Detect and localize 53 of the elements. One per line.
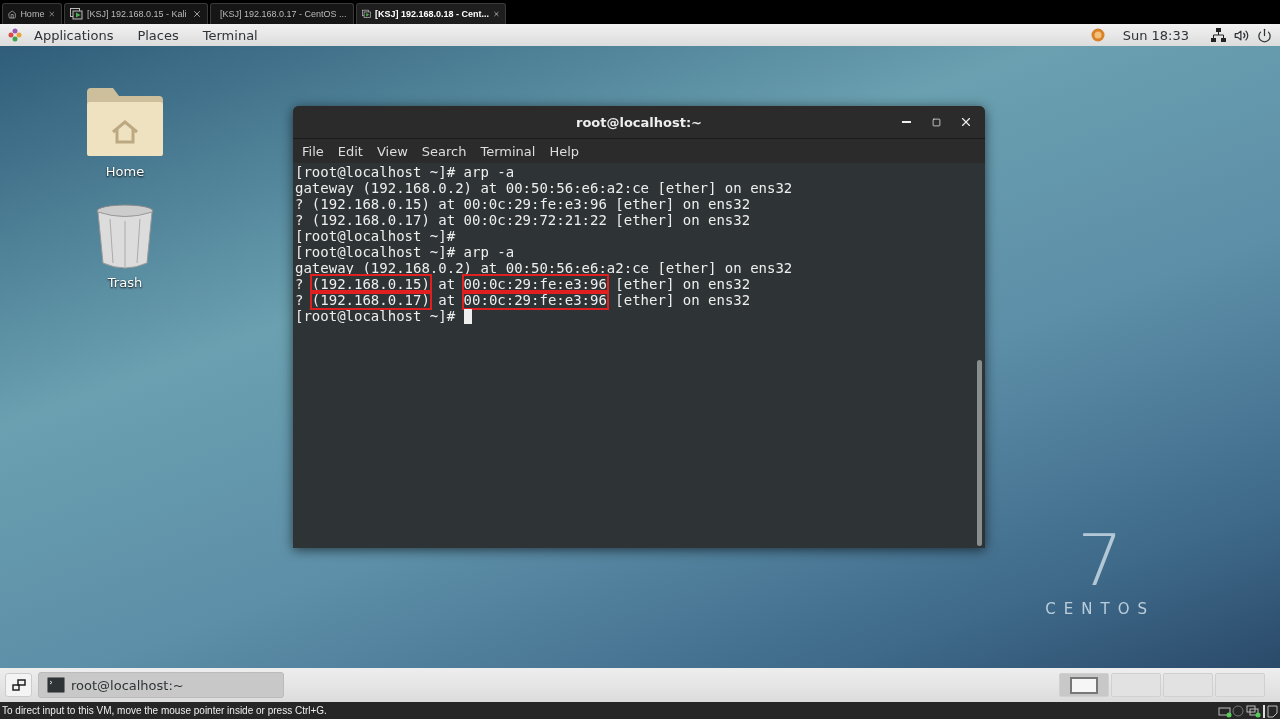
vm-tab[interactable]: [KSJ] 192.168.0.15 - Kali <box>64 3 208 24</box>
home-icon <box>8 8 17 20</box>
panel-menu[interactable]: Applications <box>30 27 126 43</box>
terminal-line: gateway (192.168.0.2) at 00:50:56:e6:a2:ce [ether] on ens32 <box>295 180 793 196</box>
device-status-icons-drawing[interactable] <box>1218 703 1278 718</box>
clock[interactable]: Sun 18:33 <box>1122 27 1189 43</box>
terminal-line: ? (192.168.0.15) at 00:0c:29:fe:e3:96 [ether] on ens32 <box>295 276 751 292</box>
logo-name: CENTOS <box>1045 600 1155 618</box>
menu-item[interactable]: Help <box>542 143 587 159</box>
desktop-icon-label[interactable]: Home <box>105 164 145 179</box>
vm-tab[interactable]: [KSJ] 192.168.0.17 - CentOS ... <box>210 3 354 24</box>
menu-item[interactable]: Edit <box>330 143 370 159</box>
terminal-line: [root@localhost ~]# <box>295 228 456 244</box>
network-icon[interactable] <box>1211 28 1226 42</box>
terminal-line: [root@localhost ~]# arp -a <box>295 164 515 180</box>
vm-tab[interactable]: Home <box>2 3 62 24</box>
trash-icon[interactable] <box>95 203 155 269</box>
panel-menu[interactable]: Places <box>133 27 191 43</box>
power-icon[interactable] <box>1257 27 1272 43</box>
show-desktop-icon <box>11 679 26 691</box>
menu-item[interactable]: View <box>369 143 415 159</box>
taskbar-window-button[interactable]: root@localhost:~ <box>38 672 284 698</box>
menu-item[interactable]: Terminal <box>473 143 543 159</box>
workspace-button[interactable] <box>1059 673 1109 697</box>
panel-menu[interactable]: Terminal <box>198 27 270 43</box>
close-icon[interactable] <box>493 9 500 19</box>
flower-logo-icon <box>8 28 22 42</box>
terminal-icon <box>47 677 65 693</box>
status-orb-icon <box>1090 28 1105 42</box>
folder-icon[interactable] <box>85 86 165 158</box>
minimize-icon <box>901 121 911 123</box>
window-title: root@localhost:~ <box>575 114 702 130</box>
terminal-line: [root@localhost ~]# arp -a <box>295 244 515 260</box>
vm-play-icon <box>70 8 83 20</box>
window-thumbnail-icon <box>1070 676 1098 694</box>
vm-tab[interactable]: [KSJ] 192.168.0.18 - Cent... <box>356 3 506 24</box>
close-icon <box>959 115 973 129</box>
terminal-line: ? (192.168.0.17) at 00:0c:29:72:21:22 [ether] on ens32 <box>295 212 751 228</box>
desktop-icon-label[interactable]: Trash <box>107 275 143 290</box>
status-message: To direct input to this VM, move the mouse pointer inside or press Ctrl+G. <box>2 705 327 716</box>
terminal-line: gateway (192.168.0.2) at 00:50:56:e6:a2:ce [ether] on ens32 <box>295 260 793 276</box>
menu-item[interactable]: Search <box>414 143 474 159</box>
terminal-line: [root@localhost ~]# <box>295 308 457 324</box>
vm-play-icon <box>362 8 371 20</box>
close-icon[interactable] <box>192 9 202 19</box>
maximize-icon <box>931 117 941 127</box>
menu-item[interactable]: File <box>295 143 331 159</box>
terminal-line: ? (192.168.0.15) at 00:0c:29:fe:e3:96 [ether] on ens32 <box>295 196 751 212</box>
show-desktop-button[interactable] <box>5 673 32 697</box>
scrollbar-thumb[interactable] <box>977 360 982 546</box>
terminal-line: ? (192.168.0.17) at 00:0c:29:fe:e3:96 [ether] on ens32 <box>295 292 751 308</box>
logo-number: 7 <box>1077 524 1124 596</box>
close-icon[interactable] <box>48 9 56 19</box>
